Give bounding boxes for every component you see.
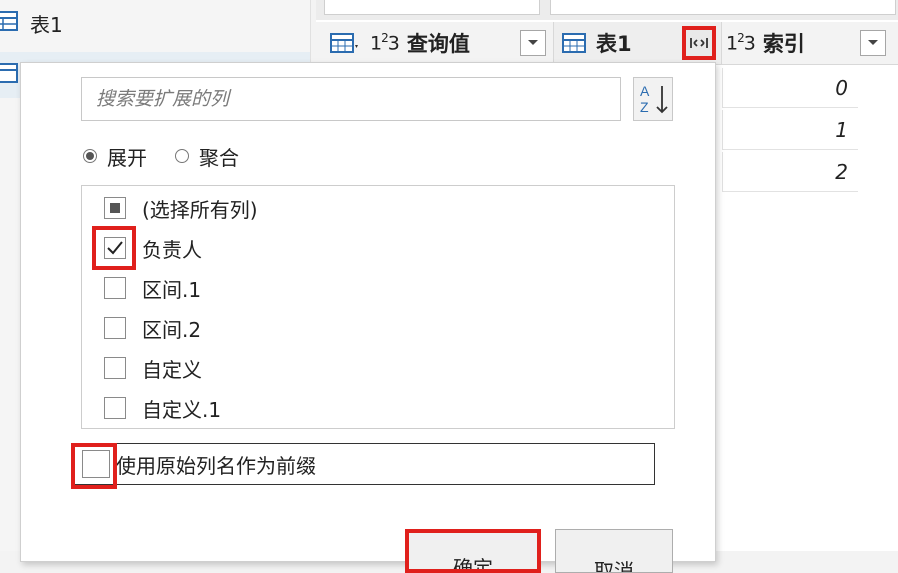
search-columns-box[interactable] (81, 77, 621, 121)
number-type-icon[interactable]: 123 (370, 31, 400, 54)
column-header-row: 123 查询值 表1 123 索引 (316, 22, 898, 65)
column-list[interactable]: (选择所有列) 负责人 区间.1 区间.2 自定义 自定义.1 (81, 185, 675, 429)
table-icon (0, 11, 18, 35)
select-all-checkbox[interactable] (104, 197, 126, 219)
column-checkbox[interactable] (104, 357, 126, 379)
column-checkbox[interactable] (104, 277, 126, 299)
list-item-label: 负责人 (142, 237, 202, 262)
list-item-column[interactable]: 自定义 (82, 348, 202, 388)
search-input[interactable] (94, 87, 620, 111)
list-item-column[interactable]: 区间.2 (82, 308, 201, 348)
radio-expand[interactable] (83, 149, 97, 163)
chevron-down-icon[interactable] (860, 30, 886, 56)
column-checkbox[interactable] (104, 317, 126, 339)
index-cell[interactable]: 0 (722, 68, 858, 108)
radio-aggregate-label: 聚合 (199, 145, 239, 170)
list-item-label: 自定义.1 (142, 397, 222, 422)
table-icon (0, 63, 18, 87)
formula-strip (316, 0, 898, 20)
column-header-index[interactable]: 123 索引 (722, 22, 898, 64)
index-cell[interactable]: 1 (722, 110, 858, 150)
list-item-column[interactable]: 区间.1 (82, 268, 201, 308)
svg-text:Z: Z (640, 99, 649, 115)
prefix-option-label: 使用原始列名作为前缀 (116, 453, 316, 478)
list-item-label: 自定义 (142, 357, 202, 382)
highlight-box (92, 226, 136, 270)
highlight-box (71, 443, 117, 489)
formula-box-left (324, 0, 540, 15)
column-title: 表1 (596, 32, 632, 56)
list-item-column[interactable]: 自定义.1 (82, 388, 221, 428)
expand-mode-group: 展开 聚合 (83, 141, 239, 171)
ok-button-label: 确定 (453, 556, 493, 573)
column-checkbox[interactable] (104, 397, 126, 419)
list-item-select-all[interactable]: (选择所有列) (82, 188, 258, 228)
prefix-option-row[interactable]: 使用原始列名作为前缀 (71, 443, 655, 485)
sort-az-icon[interactable]: A Z (633, 77, 673, 121)
radio-expand-label: 展开 (107, 145, 147, 170)
chevron-down-icon[interactable] (520, 30, 546, 56)
cancel-button[interactable]: 取消 (555, 529, 673, 573)
list-item-label: 区间.1 (142, 277, 202, 302)
expand-columns-icon[interactable] (682, 26, 716, 60)
table-icon (562, 32, 588, 54)
column-title: 查询值 (406, 32, 470, 56)
radio-aggregate[interactable] (175, 149, 189, 163)
number-type-icon[interactable]: 123 (726, 31, 756, 54)
index-cell[interactable]: 2 (722, 152, 858, 192)
expand-columns-popup: A Z 展开 聚合 (选择所有列) 负责人 区间.1 区间.2 (20, 62, 716, 573)
list-item-label: (选择所有列) (142, 197, 258, 222)
ok-button[interactable]: 确定 (405, 529, 541, 573)
list-item-label: 区间.2 (142, 317, 202, 342)
formula-box-right (550, 0, 896, 15)
query-item-table1[interactable]: 表1 (0, 0, 310, 46)
table-menu-icon[interactable] (330, 32, 360, 54)
svg-text:A: A (640, 83, 650, 99)
column-title: 索引 (762, 32, 805, 56)
query-item-label: 表1 (30, 12, 63, 37)
cancel-button-label: 取消 (594, 559, 634, 573)
column-header-query-value[interactable]: 123 查询值 (316, 22, 554, 64)
